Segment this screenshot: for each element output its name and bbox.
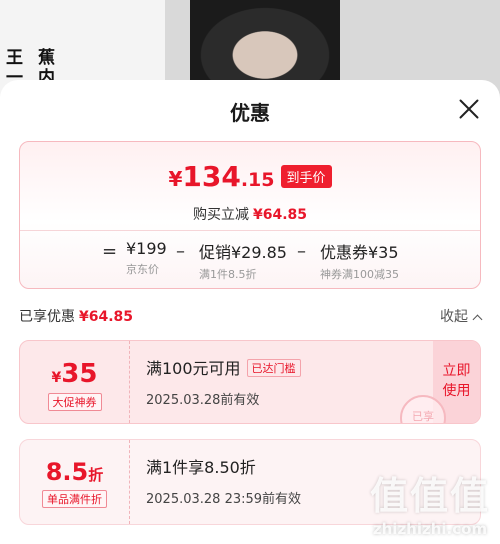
watermark-logo: 值值值: [369, 474, 490, 518]
enjoyed-label: 已享优惠 ¥64.85: [19, 306, 133, 326]
coupon-unit: 折: [88, 466, 104, 484]
enjoyed-discount-row: 已享优惠 ¥64.85 收起: [19, 306, 483, 328]
watermark-text: zhizhizhi.com: [372, 520, 488, 538]
threshold-reached-badge: 已达门槛: [246, 359, 301, 377]
coupon-value-block: ¥35 大促神券: [20, 341, 130, 423]
summary-divider: [20, 230, 480, 231]
coupon-number: 35: [61, 359, 98, 389]
coupon-currency: ¥: [51, 370, 62, 386]
coupon-amount: 8.5折: [20, 458, 129, 486]
minus-sign: –: [176, 241, 185, 262]
coupon-card[interactable]: ¥35 大促神券 满100元可用 已达门槛 2025.03.28前有效 立即使用 …: [19, 340, 481, 424]
savings-row: 购买立减 ¥64.85: [20, 204, 480, 224]
list-price-label: 京东价: [126, 263, 159, 276]
discount-sheet: 优惠 ¥134.15 到手价 购买立减 ¥64.85 = ¥199 京东价 – 促销…: [0, 80, 500, 544]
price-integer: 134: [182, 160, 241, 193]
breakdown-list-price: ¥199 京东价: [126, 239, 167, 277]
minus-sign: –: [297, 241, 306, 262]
enjoyed-text: 已享优惠: [19, 309, 75, 325]
sheet-title: 优惠: [230, 101, 270, 125]
price-summary-card: ¥134.15 到手价 购买立减 ¥64.85 = ¥199 京东价 – 促销¥29…: [19, 141, 481, 289]
coupon-type-tag: 大促神券: [47, 393, 102, 411]
coupon-expiry: 2025.03.28 23:59前有效: [146, 492, 302, 507]
coupon-number: 8.5: [45, 458, 89, 486]
sheet-header: 优惠: [0, 80, 500, 140]
coupon-value: 优惠券¥35: [320, 243, 399, 262]
coupon-value-block: 8.5折 单品满件折: [20, 440, 130, 524]
price-decimal: .15: [240, 169, 275, 191]
collapse-label: 收起: [440, 309, 468, 325]
coupon-amount: ¥35: [20, 359, 129, 389]
breakdown-promotion: 促销¥29.85 满1件8.5折: [199, 239, 287, 282]
final-price-row: ¥134.15 到手价: [20, 160, 480, 193]
savings-label: 购买立减: [192, 207, 249, 223]
use-now-label: 立即使用: [442, 363, 471, 399]
coupon-condition: 满100元可用 已达门槛: [146, 355, 301, 379]
coupon-condition-text: 满100元可用: [146, 359, 241, 378]
coupon-details: 满1件享8.50折 2025.03.28 23:59前有效: [146, 454, 301, 507]
currency-symbol: ¥: [168, 167, 183, 191]
final-price: ¥134.15: [168, 160, 274, 193]
coupon-condition: 满1件享8.50折: [146, 458, 256, 477]
coupon-label: 神券满100减35: [320, 268, 399, 281]
chevron-up-icon: [472, 314, 483, 325]
coupon-details: 满100元可用 已达门槛 2025.03.28前有效: [146, 355, 301, 408]
site-watermark: 值值值 zhizhizhi.com: [370, 465, 490, 538]
collapse-button[interactable]: 收起: [440, 306, 483, 326]
close-icon[interactable]: [458, 98, 480, 120]
promotion-label: 满1件8.5折: [199, 268, 257, 281]
enjoyed-amount: ¥64.85: [79, 309, 134, 325]
coupon-expiry: 2025.03.28前有效: [146, 393, 260, 408]
list-price-value: ¥199: [126, 239, 167, 258]
promotion-value: 促销¥29.85: [199, 243, 287, 262]
equals-sign: =: [102, 241, 118, 262]
savings-amount: ¥64.85: [252, 207, 308, 223]
final-price-tag: 到手价: [280, 165, 332, 188]
coupon-type-tag: 单品满件折: [42, 490, 107, 508]
breakdown-coupon: 优惠券¥35 神券满100减35: [320, 239, 399, 282]
